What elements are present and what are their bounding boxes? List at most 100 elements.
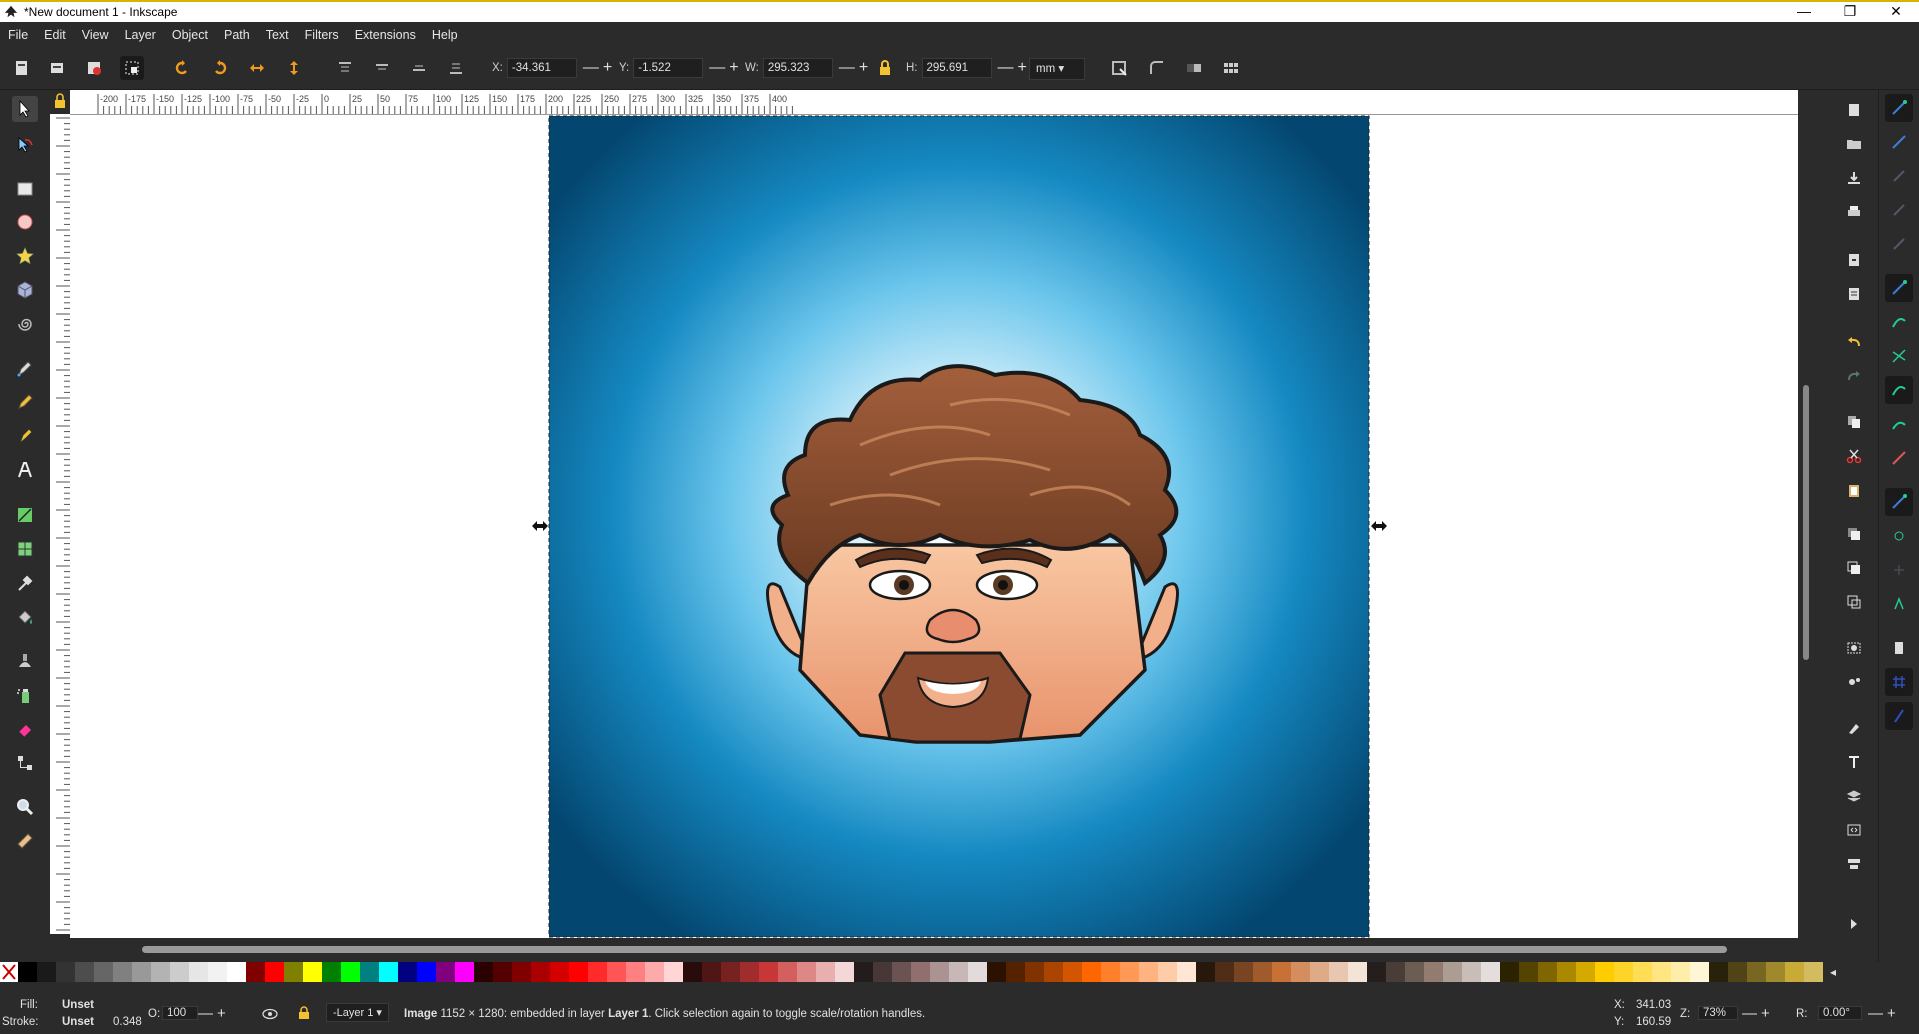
eraser-tool[interactable] bbox=[12, 716, 38, 742]
menu-filters[interactable]: Filters bbox=[297, 28, 347, 42]
palette-swatch-17[interactable] bbox=[341, 962, 360, 982]
palette-swatch-14[interactable] bbox=[284, 962, 303, 982]
snap-page-border-toggle[interactable] bbox=[1885, 634, 1913, 662]
palette-swatch-39[interactable] bbox=[759, 962, 778, 982]
palette-swatch-31[interactable] bbox=[607, 962, 626, 982]
palette-swatch-61[interactable] bbox=[1177, 962, 1196, 982]
minimize-button[interactable]: — bbox=[1781, 2, 1827, 22]
rectangle-tool[interactable] bbox=[12, 176, 38, 202]
palette-swatch-6[interactable] bbox=[132, 962, 151, 982]
palette-swatch-21[interactable] bbox=[417, 962, 436, 982]
w-stepper[interactable]: —+ bbox=[839, 59, 872, 77]
undo-button[interactable] bbox=[1842, 330, 1866, 354]
palette-swatch-33[interactable] bbox=[645, 962, 664, 982]
embedded-image[interactable] bbox=[548, 115, 1370, 938]
print-button[interactable] bbox=[1842, 200, 1866, 224]
menu-layer[interactable]: Layer bbox=[117, 28, 164, 42]
palette-swatch-29[interactable] bbox=[569, 962, 588, 982]
scale-handle-left-icon[interactable] bbox=[532, 520, 548, 532]
palette-swatch-23[interactable] bbox=[455, 962, 474, 982]
palette-swatch-84[interactable] bbox=[1614, 962, 1633, 982]
snap-bbox-toggle[interactable] bbox=[1885, 128, 1913, 156]
palette-swatch-71[interactable] bbox=[1367, 962, 1386, 982]
bezier-tool[interactable] bbox=[12, 355, 38, 381]
palette-swatch-19[interactable] bbox=[379, 962, 398, 982]
palette-swatch-8[interactable] bbox=[170, 962, 189, 982]
scale-corners-button[interactable] bbox=[1145, 56, 1169, 80]
clone-button[interactable] bbox=[1842, 556, 1866, 580]
palette-swatch-68[interactable] bbox=[1310, 962, 1329, 982]
palette-swatch-76[interactable] bbox=[1462, 962, 1481, 982]
palette-swatch-80[interactable] bbox=[1538, 962, 1557, 982]
palette-swatch-62[interactable] bbox=[1196, 962, 1215, 982]
palette-swatch-15[interactable] bbox=[303, 962, 322, 982]
menu-help[interactable]: Help bbox=[424, 28, 466, 42]
ellipse-tool[interactable] bbox=[12, 209, 38, 235]
palette-swatch-57[interactable] bbox=[1101, 962, 1120, 982]
duplicate-button[interactable] bbox=[1842, 522, 1866, 546]
palette-swatch-87[interactable] bbox=[1671, 962, 1690, 982]
x-input[interactable]: -34.361 bbox=[506, 58, 577, 78]
transform-gradients-button[interactable] bbox=[1182, 56, 1206, 80]
palette-swatch-11[interactable] bbox=[227, 962, 246, 982]
select-all-button[interactable] bbox=[10, 56, 34, 80]
palette-swatch-4[interactable] bbox=[94, 962, 113, 982]
menu-object[interactable]: Object bbox=[164, 28, 216, 42]
palette-swatch-92[interactable] bbox=[1766, 962, 1785, 982]
palette-swatch-36[interactable] bbox=[702, 962, 721, 982]
eye-visibility-icon[interactable] bbox=[262, 1008, 278, 1020]
menu-file[interactable]: File bbox=[0, 28, 36, 42]
snap-bbox-corner-toggle[interactable] bbox=[1885, 196, 1913, 224]
palette-swatch-16[interactable] bbox=[322, 962, 341, 982]
import-button[interactable] bbox=[1842, 248, 1866, 272]
drawing-canvas[interactable] bbox=[70, 115, 1798, 938]
dropper-tool[interactable] bbox=[12, 570, 38, 596]
palette-swatch-55[interactable] bbox=[1063, 962, 1082, 982]
palette-swatch-49[interactable] bbox=[949, 962, 968, 982]
flip-vertical-button[interactable] bbox=[282, 56, 306, 80]
palette-swatch-93[interactable] bbox=[1785, 962, 1804, 982]
connector-tool[interactable] bbox=[12, 750, 38, 776]
palette-swatch-2[interactable] bbox=[56, 962, 75, 982]
zoom-input[interactable]: 73% bbox=[1698, 1006, 1738, 1020]
palette-swatch-65[interactable] bbox=[1253, 962, 1272, 982]
snap-guide-toggle[interactable] bbox=[1885, 702, 1913, 730]
palette-swatch-50[interactable] bbox=[968, 962, 987, 982]
palette-swatch-43[interactable] bbox=[835, 962, 854, 982]
rotate-ccw-button[interactable] bbox=[170, 56, 194, 80]
palette-swatch-48[interactable] bbox=[930, 962, 949, 982]
palette-swatch-63[interactable] bbox=[1215, 962, 1234, 982]
palette-swatch-26[interactable] bbox=[512, 962, 531, 982]
snap-bbox-midpoint-toggle[interactable] bbox=[1885, 230, 1913, 258]
copy-button[interactable] bbox=[1842, 410, 1866, 434]
palette-swatch-66[interactable] bbox=[1272, 962, 1291, 982]
vertical-scroll-thumb[interactable] bbox=[1803, 385, 1809, 660]
menu-path[interactable]: Path bbox=[216, 28, 258, 42]
lock-proportions-button[interactable] bbox=[873, 56, 897, 80]
fill-value[interactable]: Unset bbox=[62, 999, 94, 1011]
snap-enable-toggle[interactable] bbox=[1885, 94, 1913, 122]
node-tool[interactable] bbox=[12, 132, 38, 158]
zoom-tool[interactable] bbox=[12, 794, 38, 820]
calligraphy-tool[interactable] bbox=[12, 423, 38, 449]
palette-swatch-70[interactable] bbox=[1348, 962, 1367, 982]
vertical-ruler[interactable] bbox=[50, 114, 71, 934]
lock-layer-icon[interactable] bbox=[298, 1006, 310, 1020]
spray-tool[interactable] bbox=[12, 682, 38, 708]
palette-swatch-38[interactable] bbox=[740, 962, 759, 982]
snap-intersections-toggle[interactable] bbox=[1885, 342, 1913, 370]
palette-swatch-86[interactable] bbox=[1652, 962, 1671, 982]
palette-swatch-30[interactable] bbox=[588, 962, 607, 982]
group-button[interactable] bbox=[1842, 636, 1866, 660]
palette-swatch-73[interactable] bbox=[1405, 962, 1424, 982]
horizontal-scroll-thumb[interactable] bbox=[142, 946, 1727, 953]
palette-swatch-81[interactable] bbox=[1557, 962, 1576, 982]
paint-bucket-tool[interactable] bbox=[12, 604, 38, 630]
rotate-cw-button[interactable] bbox=[208, 56, 232, 80]
more-commands-button[interactable] bbox=[1842, 912, 1866, 936]
palette-swatch-3[interactable] bbox=[75, 962, 94, 982]
select-all-layers-button[interactable] bbox=[45, 56, 69, 80]
redo-button[interactable] bbox=[1842, 364, 1866, 388]
fill-stroke-button[interactable] bbox=[1842, 716, 1866, 740]
unlink-clone-button[interactable] bbox=[1842, 590, 1866, 614]
